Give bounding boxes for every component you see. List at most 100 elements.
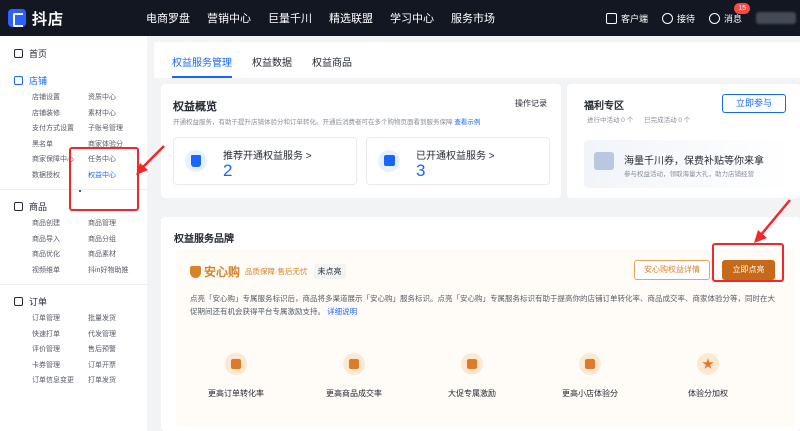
star-icon xyxy=(697,353,719,375)
feature-item: 体验分加权 xyxy=(658,339,758,399)
headset-icon xyxy=(661,12,673,24)
logo-text: 抖店 xyxy=(32,10,65,28)
sidebar-item[interactable]: 快速打单 xyxy=(32,327,88,343)
recommended-services-label[interactable]: 推荐开通权益服务 > xyxy=(223,147,312,162)
opened-services-box[interactable]: 已开通权益服务 > 3 xyxy=(366,137,550,185)
shop-score-icon xyxy=(579,353,601,375)
sidebar-item[interactable]: 评价管理 xyxy=(32,342,88,358)
sidebar-item[interactable]: 子账号管理 xyxy=(88,121,148,137)
sidebar-item[interactable]: 素材中心 xyxy=(88,106,148,122)
opened-services-count: 3 xyxy=(416,161,426,180)
sidebar-product-items: 商品创建 商品管理 商品导入 商品分组 商品优化 商品素材 视频维单 抖in好物… xyxy=(14,216,147,278)
sidebar-item[interactable]: 资质中心 xyxy=(88,90,148,106)
sidebar-head-label: 商品 xyxy=(29,201,48,212)
service-label: 接待 xyxy=(676,13,695,24)
nav-item-alliance[interactable]: 精选联盟 xyxy=(329,10,373,26)
fire-icon xyxy=(461,353,483,375)
shield-icon xyxy=(190,265,201,278)
product-deal-icon xyxy=(343,353,365,375)
joined-count: 已完成活动 0 个 xyxy=(644,117,691,124)
sidebar-item[interactable]: 商品创建 xyxy=(32,216,88,232)
overview-card: 权益概览 操作记录 开通权益服务，有助于提升店铺体验分和订单转化。开通后消费者可… xyxy=(161,84,561,198)
feature-label: 更高小店体验分 xyxy=(562,389,618,398)
operation-log-link[interactable]: 操作记录 xyxy=(515,98,547,109)
product-icon xyxy=(14,201,23,211)
doudian-logo-icon xyxy=(8,9,26,27)
feature-item: 大促专属激励 xyxy=(422,339,522,399)
overview-description: 开通权益服务，有助于提升店铺体验分和订单转化。开通后消费者可在多个购物页面看到服… xyxy=(173,116,480,126)
sidebar-item[interactable]: 代发管理 xyxy=(88,327,148,343)
bell-icon xyxy=(708,12,720,24)
sidebar-item[interactable]: 支付方式设置 xyxy=(32,121,88,137)
sidebar-item[interactable]: 批量发货 xyxy=(88,311,148,327)
benefit-brand-card: 权益服务品牌 安心购 品质保障·售后无忧 未点亮 安心购权益详情 立即点亮 点亮… xyxy=(161,217,800,431)
sidebar-section-order: 订单 订单管理 批量发货 快速打单 代发管理 评价管理 售后预警 卡券管理 订单… xyxy=(0,291,147,389)
anxin-logo: 安心购 品质保障·售后无忧 未点亮 xyxy=(190,263,346,280)
sidebar-item[interactable]: 商品分组 xyxy=(88,232,148,248)
sidebar-item[interactable]: 商品优化 xyxy=(32,247,88,263)
sidebar-item[interactable]: 抖in好物助推 xyxy=(88,263,148,279)
sidebar-item-home[interactable]: 首页 xyxy=(0,36,147,70)
benefit-zone-stats: 进行中活动 0 个 已完成活动 0 个 xyxy=(587,114,690,124)
join-now-button[interactable]: 立即参与 xyxy=(722,94,786,113)
recommended-services-box[interactable]: 推荐开通权益服务 > 2 xyxy=(173,137,357,185)
nav-item-marketing[interactable]: 营销中心 xyxy=(207,10,251,26)
sidebar-divider xyxy=(0,284,147,285)
nav-item-compass[interactable]: 电商罗盘 xyxy=(146,10,190,26)
tab-benefit-data[interactable]: 权益数据 xyxy=(252,54,292,78)
detail-link[interactable]: 详细说明 xyxy=(327,307,357,316)
sidebar-head-order[interactable]: 订单 xyxy=(14,291,147,311)
sidebar-head-label: 店铺 xyxy=(29,75,48,86)
anxin-description-text: 点亮「安心购」专属服务标识后，商品将多渠道展示「安心购」服务标识。点亮「安心购」… xyxy=(190,294,775,316)
benefit-promo[interactable]: 海量千川券，保费补贴等你来拿 参与权益活动，领取海量大礼，助力店铺经营 xyxy=(584,140,792,188)
client-button[interactable]: 客户端 xyxy=(605,12,648,25)
message-badge: 15 xyxy=(734,3,750,14)
avatar[interactable] xyxy=(756,12,796,24)
sidebar-item[interactable]: 商品素材 xyxy=(88,247,148,263)
sidebar-item[interactable]: 卡券管理 xyxy=(32,358,88,374)
tab-bar: 权益服务管理 权益数据 权益商品 xyxy=(154,42,800,78)
nav-item-learning[interactable]: 学习中心 xyxy=(390,10,434,26)
top-nav: 电商罗盘 营销中心 巨量千川 精选联盟 学习中心 服务市场 xyxy=(146,10,512,26)
anxin-tagline: 品质保障·售后无忧 xyxy=(245,267,308,276)
sidebar-item[interactable]: 订单管理 xyxy=(32,311,88,327)
sidebar: 首页 店铺 店铺设置 资质中心 店铺装修 素材中心 支付方式设置 子账号管理 黑… xyxy=(0,36,147,431)
sidebar-head-label: 订单 xyxy=(29,296,48,307)
sidebar-item[interactable]: 订单信息变更 xyxy=(32,373,88,389)
top-right-actions: 客户端 接待 消息 xyxy=(605,0,800,36)
sidebar-item[interactable]: 店铺设置 xyxy=(32,90,88,106)
status-badge: 未点亮 xyxy=(313,264,346,279)
sidebar-head-shop[interactable]: 店铺 xyxy=(14,70,147,90)
order-icon xyxy=(14,296,23,306)
sidebar-item[interactable]: 商品导入 xyxy=(32,232,88,248)
benefit-zone-title: 福利专区 xyxy=(584,101,624,112)
opened-services-label[interactable]: 已开通权益服务 > xyxy=(416,147,495,162)
client-label: 客户端 xyxy=(620,13,648,24)
nav-item-qianchuan[interactable]: 巨量千川 xyxy=(268,10,312,26)
sidebar-order-items: 订单管理 批量发货 快速打单 代发管理 评价管理 售后预警 卡券管理 订单开票 … xyxy=(14,311,147,389)
bookmark-icon xyxy=(185,150,207,172)
sidebar-item[interactable]: 视频维单 xyxy=(32,263,88,279)
service-button[interactable]: 接待 xyxy=(661,12,695,25)
monitor-icon xyxy=(605,12,617,24)
nav-item-service-market[interactable]: 服务市场 xyxy=(451,10,495,26)
logo[interactable]: 抖店 xyxy=(8,8,146,29)
in-progress-count: 进行中活动 0 个 xyxy=(587,117,634,124)
annotation-box-benefit-center xyxy=(69,147,139,211)
sidebar-item[interactable]: 订单开票 xyxy=(88,358,148,374)
sidebar-item[interactable]: 打单发货 xyxy=(88,373,148,389)
anxin-description: 点亮「安心购」专属服务标识后，商品将多渠道展示「安心购」服务标识。点亮「安心购」… xyxy=(190,292,780,318)
view-example-link[interactable]: 查看示例 xyxy=(454,119,480,126)
benefit-promo-text: 海量千川券，保费补贴等你来拿 xyxy=(624,156,764,167)
tab-benefit-service-management[interactable]: 权益服务管理 xyxy=(172,54,232,78)
home-icon xyxy=(14,48,23,58)
tab-benefit-products[interactable]: 权益商品 xyxy=(312,54,352,78)
sidebar-item[interactable]: 售后预警 xyxy=(88,342,148,358)
sidebar-item[interactable]: 店铺装修 xyxy=(32,106,88,122)
benefit-zone-card: 福利专区 进行中活动 0 个 已完成活动 0 个 立即参与 海量千川券，保费补贴… xyxy=(567,84,800,198)
sidebar-item[interactable]: 商品管理 xyxy=(88,216,148,232)
benefit-promo-note: 参与权益活动，领取海量大礼，助力店铺经营 xyxy=(624,171,754,178)
overview-description-text: 开通权益服务，有助于提升店铺体验分和订单转化。开通后消费者可在多个购物页面看到服… xyxy=(173,119,453,126)
feature-label: 体验分加权 xyxy=(688,389,728,398)
anxin-detail-button[interactable]: 安心购权益详情 xyxy=(634,260,710,280)
